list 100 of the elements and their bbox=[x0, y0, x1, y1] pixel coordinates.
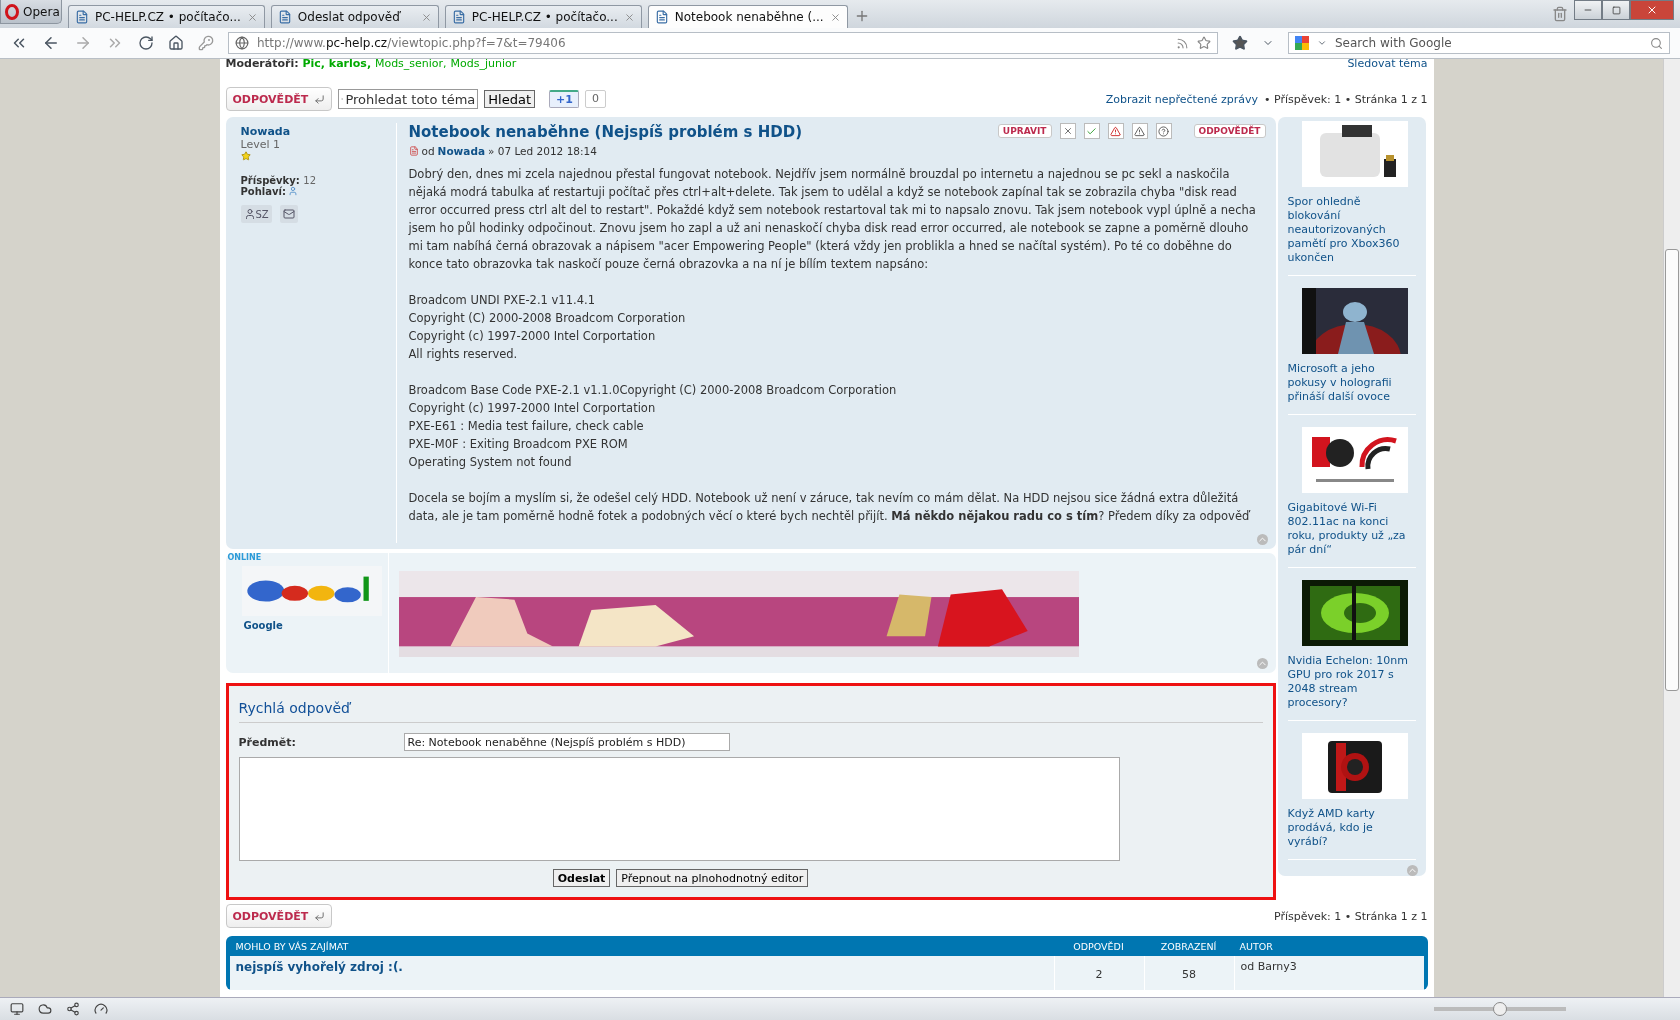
maximize-button[interactable] bbox=[1602, 0, 1630, 20]
reply-button[interactable]: ODPOVĚDĚT bbox=[225, 904, 333, 928]
column-header: AUTOR bbox=[1238, 940, 1274, 952]
address-field[interactable]: http://www.pc-help.cz/viewtopic.php?f=7&t=79406 bbox=[228, 32, 1218, 54]
search-field[interactable]: Search with Google bbox=[1288, 32, 1670, 54]
help-icon[interactable] bbox=[1155, 123, 1172, 139]
pagination-text: Příspěvek: 1 • Stránka 1 z 1 bbox=[1273, 909, 1428, 923]
close-icon[interactable] bbox=[246, 11, 258, 23]
minimize-button[interactable] bbox=[1574, 0, 1602, 20]
author-link[interactable]: Nowada bbox=[240, 125, 391, 138]
message-field[interactable] bbox=[238, 757, 1120, 861]
post-line: PXE-M0F : Exiting Broadcom PXE ROM bbox=[408, 436, 629, 453]
search-button[interactable]: Hledat bbox=[484, 90, 535, 108]
column-header: ZOBRAZENÍ bbox=[1159, 940, 1218, 952]
post-line: All rights reserved. bbox=[408, 346, 519, 363]
profile-button[interactable]: SZ bbox=[240, 205, 272, 223]
post-line: Copyright (c) 1997-2000 Intel Corportation bbox=[408, 400, 657, 417]
email-button[interactable] bbox=[279, 205, 298, 223]
post-paragraph: Docela se bojím a myslím si, že odešel celý HDD. Notebook už není v záruce, tak nevím co mám dělat. Na HDD nejsou sice žádná extra důležitá data, ale je tam poměrně hodně fotek a podobných věcí o které bych nechtěl přijít. Má někdo nějakou radu co s tím? Předem díky za odpověď bbox=[408, 490, 1252, 525]
quote-reply-button[interactable]: ODPOVĚDĚT bbox=[1193, 124, 1266, 138]
moderators-text: Moderátoři: Pic, karlos, Mods_senior, Mods_junior bbox=[225, 59, 517, 71]
back-to-top-icon[interactable] bbox=[1256, 534, 1268, 545]
submit-button[interactable]: Odeslat bbox=[552, 869, 611, 887]
close-icon[interactable] bbox=[420, 11, 432, 23]
subject-field[interactable]: Re: Notebook nenaběhne (Nejspíš problém s HDD) bbox=[403, 733, 730, 751]
report-icon[interactable] bbox=[1131, 123, 1148, 139]
male-icon bbox=[287, 186, 298, 196]
post-by-label: od bbox=[421, 145, 435, 157]
unread-posts-link[interactable]: Zobrazit nepřečtené zprávy bbox=[1105, 92, 1258, 106]
article-link[interactable]: Když AMD karty prodává, kdo je vyrábí? bbox=[1287, 807, 1416, 849]
post-line: Copyright (c) 1997-2000 Intel Corportation bbox=[408, 328, 657, 345]
maximize-icon bbox=[1611, 5, 1621, 15]
page-icon bbox=[654, 10, 669, 24]
google-icon bbox=[1295, 36, 1309, 50]
star-icon bbox=[240, 151, 251, 161]
post-line: Broadcom Base Code PXE-2.1 v1.1.0Copyright (C) 2000-2008 Broadcom Corporation bbox=[408, 382, 898, 399]
posts-count-text: Příspěvky: 12 bbox=[240, 175, 317, 186]
opera-menu-button[interactable]: Opera bbox=[0, 0, 62, 24]
check-icon[interactable] bbox=[1083, 123, 1100, 139]
subject-label: Předmět: bbox=[238, 735, 297, 749]
close-icon[interactable] bbox=[829, 11, 841, 23]
delete-icon[interactable] bbox=[1059, 123, 1076, 139]
plus-one-count: 0 bbox=[585, 90, 606, 108]
browser-tab[interactable]: PC-HELP.CZ • počítačo... bbox=[444, 5, 642, 28]
key-icon[interactable] bbox=[198, 35, 214, 51]
post-line: Copyright (C) 2000-2008 Broadcom Corporation bbox=[408, 310, 687, 327]
back-to-top-icon[interactable] bbox=[1256, 658, 1268, 669]
gender-label: Pohlaví: bbox=[240, 186, 286, 197]
post-date: » 07 Led 2012 18:14 bbox=[488, 145, 597, 157]
home-icon[interactable] bbox=[168, 35, 184, 51]
article-link[interactable]: Nvidia Echelon: 10nm GPU pro rok 2017 s 2048 stream procesory? bbox=[1287, 654, 1416, 710]
pagination-text: • Příspěvek: 1 • Stránka 1 z 1 bbox=[1263, 92, 1428, 106]
watch-topic-link[interactable]: Sledovat téma bbox=[1347, 59, 1428, 71]
post-title: Notebook nenaběhne (Nejspíš problém s HDD) bbox=[408, 123, 803, 141]
bookmarks-icon[interactable] bbox=[1232, 35, 1248, 51]
globe-icon bbox=[235, 36, 249, 50]
star-icon[interactable] bbox=[1197, 36, 1211, 50]
column-header: ODPOVĚDI bbox=[1072, 940, 1125, 952]
post-line: PXE-E61 : Media test failure, check cable bbox=[408, 418, 645, 435]
table-cell: 2 bbox=[1053, 956, 1144, 990]
forward-icon[interactable] bbox=[74, 34, 92, 52]
reload-icon[interactable] bbox=[138, 35, 154, 51]
feed-icon[interactable] bbox=[1176, 36, 1189, 50]
cloud-icon[interactable] bbox=[38, 1002, 52, 1016]
online-label: ONLINE bbox=[227, 553, 263, 562]
panel-icon[interactable] bbox=[10, 1002, 24, 1016]
browser-tab[interactable]: PC-HELP.CZ • počítačo... bbox=[68, 5, 265, 28]
speed-icon[interactable] bbox=[94, 1002, 108, 1016]
reply-arrow-icon bbox=[314, 910, 326, 922]
table-cell: 58 bbox=[1143, 956, 1234, 990]
page-icon bbox=[451, 10, 466, 24]
topic-link[interactable]: nejspíš vyhořelý zdroj :(. bbox=[229, 956, 1054, 990]
reply-button[interactable]: ODPOVĚDĚT bbox=[225, 87, 333, 111]
warning-icon[interactable] bbox=[1107, 123, 1124, 139]
back-icon[interactable] bbox=[42, 34, 60, 52]
article-link[interactable]: Gigabitové Wi-Fi 802.11ac na konci roku, produkty už „za pár dní“ bbox=[1287, 501, 1416, 557]
close-icon[interactable] bbox=[623, 11, 635, 23]
author-link[interactable]: Nowada bbox=[437, 145, 485, 157]
rank-text: Level 1 bbox=[240, 138, 282, 151]
browser-tab[interactable]: Odeslat odpověď bbox=[270, 5, 439, 28]
full-editor-button[interactable]: Přepnout na plnohodnotný editor bbox=[616, 869, 809, 887]
article-link[interactable]: Spor ohledně blokování neautorizovaných pamětí pro Xbox360 ukončen bbox=[1287, 195, 1416, 265]
scrollbar[interactable] bbox=[1663, 59, 1680, 997]
article-link[interactable]: Microsoft a jeho pokusy v holografii přináší další ovoce bbox=[1287, 362, 1416, 404]
close-icon bbox=[1646, 4, 1658, 16]
browser-tab[interactable]: Notebook nenaběhne (... bbox=[647, 5, 848, 28]
edit-button[interactable]: UPRAVIT bbox=[997, 124, 1052, 138]
back-to-top-icon[interactable] bbox=[1406, 865, 1418, 876]
topic-search-field[interactable]: Prohledat toto téma bbox=[338, 89, 479, 109]
post-line: Broadcom UNDI PXE-2.1 v11.4.1 bbox=[408, 292, 596, 309]
mail-icon bbox=[282, 208, 295, 220]
share-icon[interactable] bbox=[66, 1002, 80, 1016]
trash-icon[interactable] bbox=[1552, 6, 1568, 22]
page-icon bbox=[75, 10, 89, 24]
caret-icon[interactable] bbox=[1317, 38, 1327, 48]
page-icon bbox=[277, 10, 292, 24]
zoom-thumb[interactable] bbox=[1493, 1002, 1507, 1016]
quick-reply-title: Rychlá odpověď bbox=[238, 694, 1263, 723]
author-link[interactable]: Google bbox=[243, 620, 388, 631]
plus-one-button[interactable]: +1 bbox=[549, 90, 579, 108]
